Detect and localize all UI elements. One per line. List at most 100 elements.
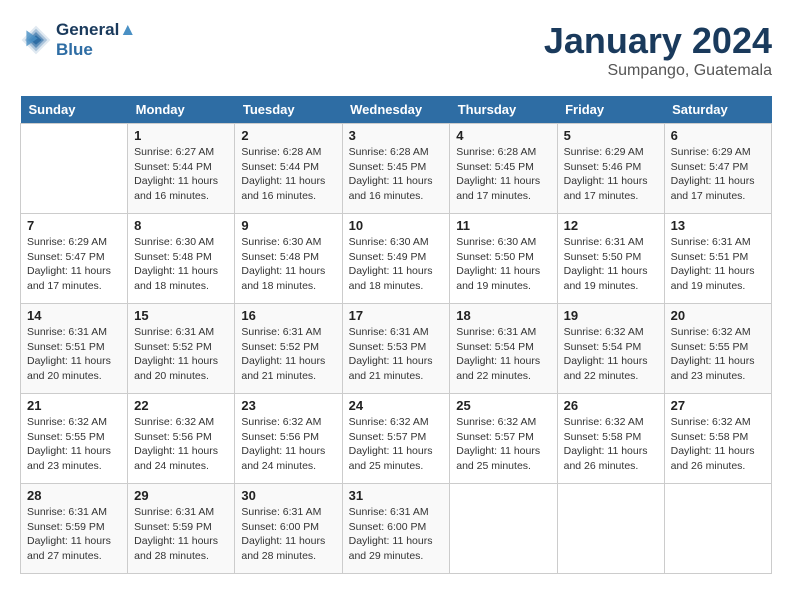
day-cell: 13Sunrise: 6:31 AM Sunset: 5:51 PM Dayli… [664,214,771,304]
day-info: Sunrise: 6:30 AM Sunset: 5:49 PM Dayligh… [349,235,444,294]
day-cell: 26 Sunrise: 6:32 AM Sunset: 5:58 PM Dayli… [557,394,664,484]
day-cell: 5 Sunrise: 6:29 AM Sunset: 5:46 PM Daylig… [557,124,664,214]
day-number: 11 [456,218,550,233]
day-cell: 14 Sunrise: 6:31 AM Sunset: 5:51 PM Dayli… [21,304,128,394]
day-info: Sunrise: 6:31 AM Sunset: 5:53 PM Dayligh… [349,325,444,384]
day-cell: 23Sunrise: 6:32 AM Sunset: 5:56 PM Dayli… [235,394,342,484]
day-number: 4 [456,128,550,143]
day-info: Sunrise: 6:31 AM Sunset: 5:51 PM Dayligh… [27,325,121,384]
day-number: 8 [134,218,228,233]
day-info: Sunrise: 6:32 AM Sunset: 5:58 PM Dayligh… [564,415,658,474]
day-number: 2 [241,128,335,143]
day-cell [450,484,557,574]
day-info: Sunrise: 6:31 AM Sunset: 5:59 PM Dayligh… [134,505,228,564]
day-info: Sunrise: 6:29 AM Sunset: 5:47 PM Dayligh… [671,145,765,204]
title-block: January 2024 Sumpango, Guatemala [544,20,772,80]
day-info: Sunrise: 6:28 AM Sunset: 5:45 PM Dayligh… [456,145,550,204]
day-number: 12 [564,218,658,233]
day-info: Sunrise: 6:27 AM Sunset: 5:44 PM Dayligh… [134,145,228,204]
day-cell: 27Sunrise: 6:32 AM Sunset: 5:58 PM Dayli… [664,394,771,484]
day-number: 31 [349,488,444,503]
day-cell: 8 Sunrise: 6:30 AM Sunset: 5:48 PM Daylig… [128,214,235,304]
day-cell: 12Sunrise: 6:31 AM Sunset: 5:50 PM Dayli… [557,214,664,304]
day-number: 13 [671,218,765,233]
day-number: 28 [27,488,121,503]
day-info: Sunrise: 6:28 AM Sunset: 5:45 PM Dayligh… [349,145,444,204]
day-cell: 3 Sunrise: 6:28 AM Sunset: 5:45 PM Daylig… [342,124,450,214]
day-number: 18 [456,308,550,323]
day-info: Sunrise: 6:30 AM Sunset: 5:48 PM Dayligh… [241,235,335,294]
header-cell-thursday: Thursday [450,96,557,124]
day-number: 9 [241,218,335,233]
day-number: 14 [27,308,121,323]
day-number: 10 [349,218,444,233]
day-cell: 30Sunrise: 6:31 AM Sunset: 6:00 PM Dayli… [235,484,342,574]
day-cell: 10 Sunrise: 6:30 AM Sunset: 5:49 PM Dayli… [342,214,450,304]
day-cell: 6 Sunrise: 6:29 AM Sunset: 5:47 PM Daylig… [664,124,771,214]
day-cell: 17 Sunrise: 6:31 AM Sunset: 5:53 PM Dayli… [342,304,450,394]
day-cell: 15 Sunrise: 6:31 AM Sunset: 5:52 PM Dayli… [128,304,235,394]
page-header: General▲ Blue January 2024 Sumpango, Gua… [20,20,772,80]
day-info: Sunrise: 6:32 AM Sunset: 5:56 PM Dayligh… [134,415,228,474]
day-number: 22 [134,398,228,413]
day-cell: 11 Sunrise: 6:30 AM Sunset: 5:50 PM Dayli… [450,214,557,304]
day-number: 3 [349,128,444,143]
day-cell: 19 Sunrise: 6:32 AM Sunset: 5:54 PM Dayli… [557,304,664,394]
day-cell: 1 Sunrise: 6:27 AM Sunset: 5:44 PM Daylig… [128,124,235,214]
header-row: SundayMondayTuesdayWednesdayThursdayFrid… [21,96,772,124]
day-info: Sunrise: 6:32 AM Sunset: 5:54 PM Dayligh… [564,325,658,384]
day-info: Sunrise: 6:31 AM Sunset: 5:52 PM Dayligh… [134,325,228,384]
day-cell: 2 Sunrise: 6:28 AM Sunset: 5:44 PM Daylig… [235,124,342,214]
header-cell-tuesday: Tuesday [235,96,342,124]
day-number: 6 [671,128,765,143]
day-info: Sunrise: 6:30 AM Sunset: 5:50 PM Dayligh… [456,235,550,294]
week-row-1: 1 Sunrise: 6:27 AM Sunset: 5:44 PM Daylig… [21,124,772,214]
day-number: 26 [564,398,658,413]
day-number: 17 [349,308,444,323]
location: Sumpango, Guatemala [544,62,772,80]
day-number: 27 [671,398,765,413]
day-cell: 24Sunrise: 6:32 AM Sunset: 5:57 PM Dayli… [342,394,450,484]
day-number: 1 [134,128,228,143]
day-info: Sunrise: 6:31 AM Sunset: 5:59 PM Dayligh… [27,505,121,564]
day-number: 21 [27,398,121,413]
day-number: 25 [456,398,550,413]
day-cell: 31Sunrise: 6:31 AM Sunset: 6:00 PM Dayli… [342,484,450,574]
day-info: Sunrise: 6:31 AM Sunset: 5:54 PM Dayligh… [456,325,550,384]
day-number: 23 [241,398,335,413]
day-info: Sunrise: 6:31 AM Sunset: 6:00 PM Dayligh… [241,505,335,564]
day-number: 19 [564,308,658,323]
day-number: 24 [349,398,444,413]
day-cell: 22 Sunrise: 6:32 AM Sunset: 5:56 PM Dayli… [128,394,235,484]
week-row-3: 14 Sunrise: 6:31 AM Sunset: 5:51 PM Dayli… [21,304,772,394]
day-info: Sunrise: 6:30 AM Sunset: 5:48 PM Dayligh… [134,235,228,294]
header-cell-sunday: Sunday [21,96,128,124]
header-cell-friday: Friday [557,96,664,124]
logo-text: General▲ Blue [56,20,136,59]
day-cell: 4 Sunrise: 6:28 AM Sunset: 5:45 PM Daylig… [450,124,557,214]
week-row-5: 28 Sunrise: 6:31 AM Sunset: 5:59 PM Dayli… [21,484,772,574]
day-info: Sunrise: 6:32 AM Sunset: 5:55 PM Dayligh… [671,325,765,384]
day-cell: 7Sunrise: 6:29 AM Sunset: 5:47 PM Daylig… [21,214,128,304]
day-info: Sunrise: 6:32 AM Sunset: 5:55 PM Dayligh… [27,415,121,474]
day-cell: 28 Sunrise: 6:31 AM Sunset: 5:59 PM Dayli… [21,484,128,574]
day-cell: 18 Sunrise: 6:31 AM Sunset: 5:54 PM Dayli… [450,304,557,394]
day-cell: 16Sunrise: 6:31 AM Sunset: 5:52 PM Dayli… [235,304,342,394]
day-number: 20 [671,308,765,323]
day-info: Sunrise: 6:28 AM Sunset: 5:44 PM Dayligh… [241,145,335,204]
day-info: Sunrise: 6:32 AM Sunset: 5:57 PM Dayligh… [456,415,550,474]
day-cell [664,484,771,574]
day-cell: 9 Sunrise: 6:30 AM Sunset: 5:48 PM Daylig… [235,214,342,304]
header-cell-saturday: Saturday [664,96,771,124]
day-info: Sunrise: 6:29 AM Sunset: 5:46 PM Dayligh… [564,145,658,204]
week-row-2: 7Sunrise: 6:29 AM Sunset: 5:47 PM Daylig… [21,214,772,304]
day-number: 7 [27,218,121,233]
day-number: 29 [134,488,228,503]
calendar-table: SundayMondayTuesdayWednesdayThursdayFrid… [20,96,772,574]
calendar-header: SundayMondayTuesdayWednesdayThursdayFrid… [21,96,772,124]
day-cell: 21 Sunrise: 6:32 AM Sunset: 5:55 PM Dayli… [21,394,128,484]
day-number: 5 [564,128,658,143]
day-number: 15 [134,308,228,323]
day-cell [21,124,128,214]
day-cell: 25 Sunrise: 6:32 AM Sunset: 5:57 PM Dayli… [450,394,557,484]
